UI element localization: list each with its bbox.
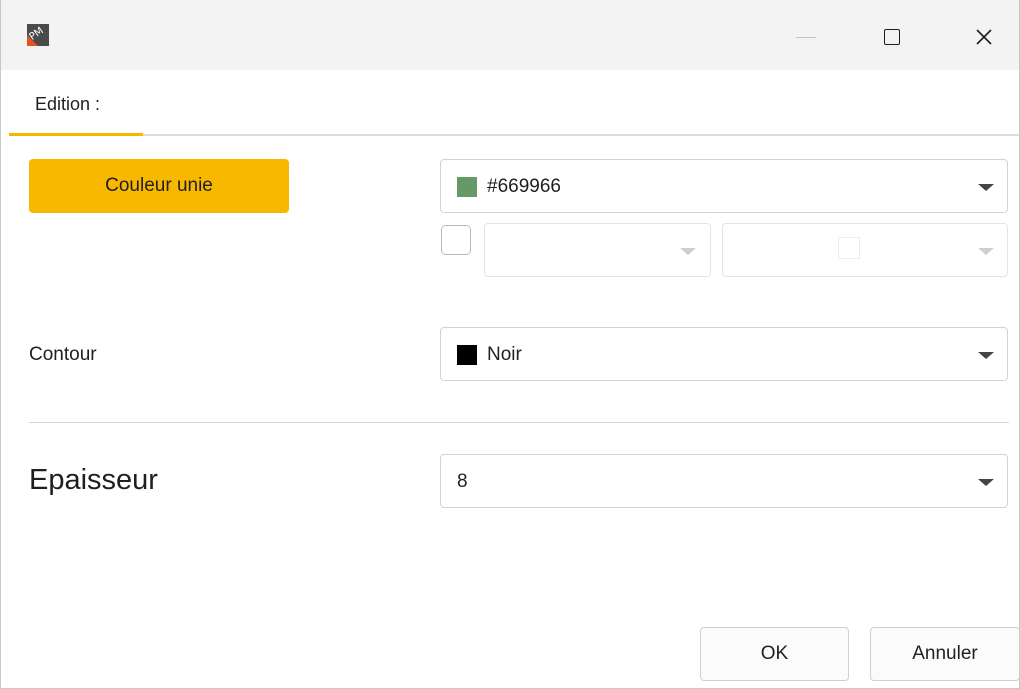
chevron-down-icon (978, 184, 994, 191)
cancel-button[interactable]: Annuler (870, 627, 1020, 681)
minimize-button (783, 14, 829, 60)
tab-edition[interactable]: Edition : (9, 70, 143, 136)
tab-strip: Edition : (9, 70, 1019, 136)
chevron-down-icon (978, 479, 994, 486)
fill-color-swatch (457, 177, 477, 197)
fill-color-combo[interactable]: #669966 (440, 159, 1008, 213)
maximize-icon (884, 29, 900, 45)
tab-strip-divider (143, 134, 1019, 136)
gradient-checkbox[interactable] (441, 225, 471, 255)
fill-mode-button[interactable]: Couleur unie (29, 159, 289, 213)
thickness-value: 8 (457, 471, 468, 492)
minimize-icon (796, 36, 816, 38)
fill-color-value: #669966 (487, 176, 561, 197)
dialog-window: PM Edition : Couleur unie #669966 Contou… (0, 0, 1020, 689)
app-logo-icon: PM (27, 24, 49, 46)
chevron-down-icon (680, 248, 696, 255)
title-bar[interactable]: PM (1, 0, 1019, 70)
close-button[interactable] (961, 14, 1007, 60)
thickness-combo[interactable]: 8 (440, 454, 1008, 508)
contour-label: Contour (29, 344, 97, 365)
tab-label: Edition : (35, 94, 101, 114)
contour-color-swatch (457, 345, 477, 365)
maximize-button[interactable] (869, 14, 915, 60)
thickness-label: Epaisseur (29, 464, 158, 496)
gradient-color-combo[interactable] (722, 223, 1008, 277)
contour-color-value: Noir (487, 344, 522, 365)
ok-button[interactable]: OK (700, 627, 849, 681)
svg-text:PM: PM (27, 25, 45, 42)
tab-selected-indicator (9, 133, 143, 136)
gradient-type-combo[interactable] (484, 223, 711, 277)
chevron-down-icon (978, 248, 994, 255)
close-icon (976, 29, 992, 45)
section-divider (29, 422, 1009, 423)
chevron-down-icon (978, 352, 994, 359)
contour-color-combo[interactable]: Noir (440, 327, 1008, 381)
gradient-color-swatch (838, 237, 860, 259)
